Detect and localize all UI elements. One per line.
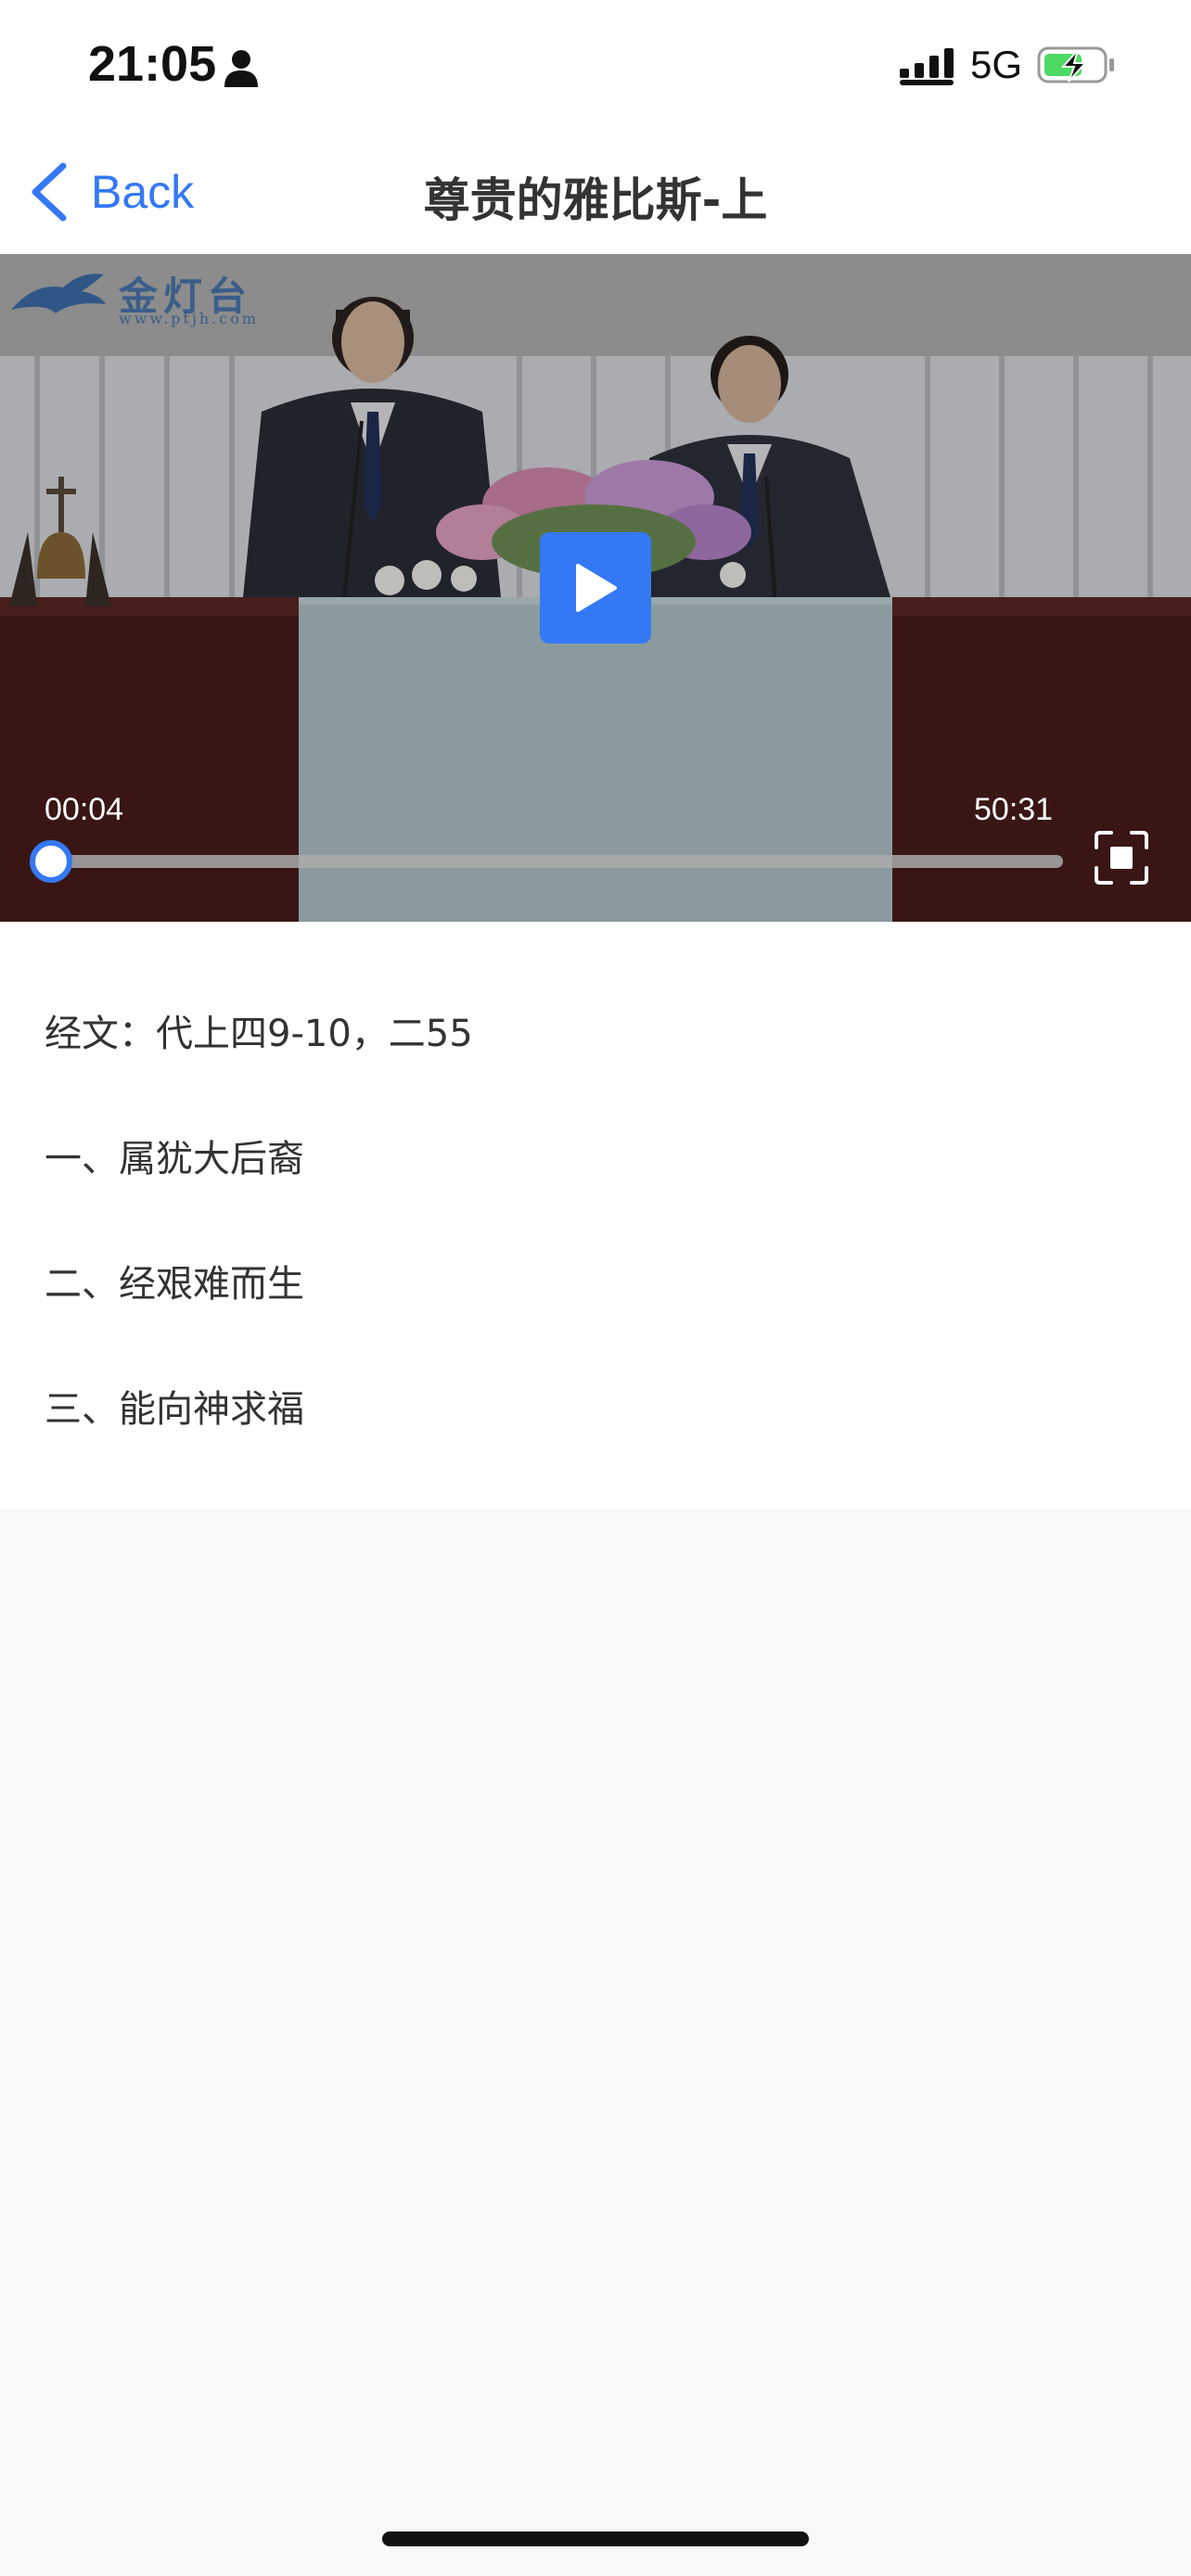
- network-label: 5G: [970, 43, 1023, 86]
- play-icon: [576, 564, 617, 612]
- status-time: 21:05: [88, 36, 217, 92]
- home-indicator[interactable]: [382, 2531, 809, 2546]
- page-title: 尊贵的雅比斯-上: [423, 173, 768, 227]
- battery-charging-icon: [1037, 46, 1114, 83]
- outline-point: 二、经艰难而生: [45, 1263, 304, 1306]
- fullscreen-icon[interactable]: [1093, 829, 1150, 886]
- video-player[interactable]: 金灯台 www.ptjh.com 00:04 50:31: [0, 254, 1191, 922]
- nav-bar: Back 尊贵的雅比斯-上: [0, 130, 1191, 254]
- watermark-url: www.ptjh.com: [119, 310, 260, 327]
- signal-icon: [900, 48, 954, 85]
- sermon-outline: 经文：代上四9-10，二55 一、属犹大后裔 二、经艰难而生 三、能向神求福: [0, 922, 1191, 1510]
- time-elapsed: 00:04: [45, 792, 124, 827]
- outline-point: 三、能向神求福: [45, 1388, 304, 1431]
- dove-icon: [11, 274, 106, 313]
- page: 21:05 5G Back 尊贵的雅比斯-上 金灯台 www.ptjh.com …: [0, 0, 1191, 2576]
- time-total: 50:31: [974, 792, 1054, 827]
- play-button[interactable]: [540, 532, 651, 644]
- scripture-reference: 经文：代上四9-10，二55: [45, 1013, 473, 1055]
- person-icon: [224, 50, 258, 87]
- status-bar: 21:05 5G: [0, 0, 1191, 130]
- progress-bar[interactable]: [30, 840, 1063, 883]
- outline-point: 一、属犹大后裔: [45, 1138, 304, 1180]
- watermark-logo: 金灯台 www.ptjh.com: [7, 263, 302, 328]
